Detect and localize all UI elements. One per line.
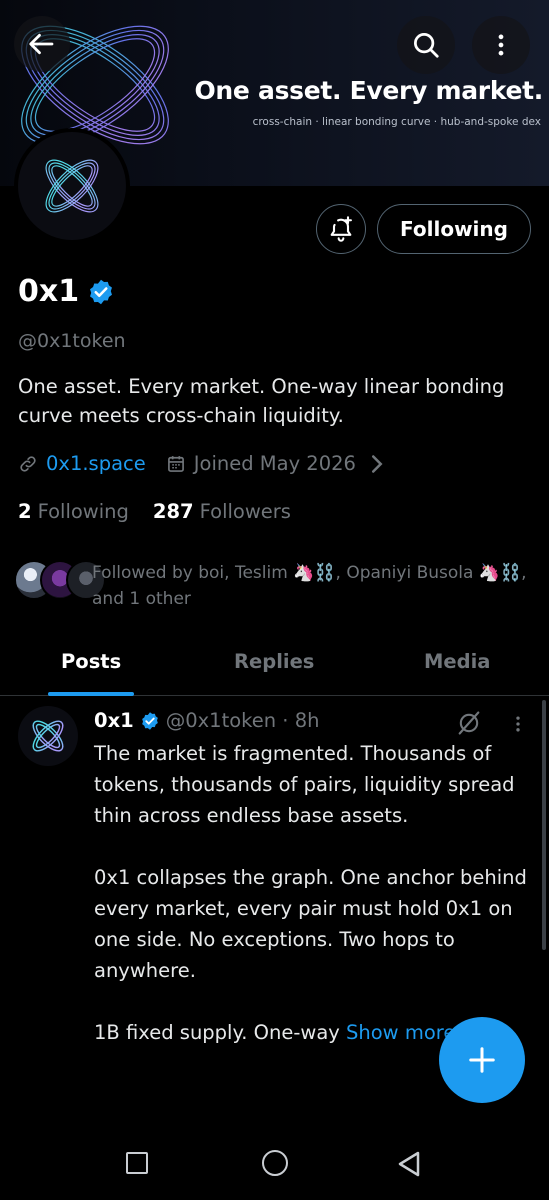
profile-tabs: Posts Replies Media — [0, 636, 549, 696]
logo-orbit-icon — [32, 720, 64, 752]
post-header: 0x1 @0x1token · 8h — [94, 709, 319, 732]
more-options-button[interactable] — [472, 16, 530, 74]
verified-badge-icon — [141, 711, 158, 730]
home-button[interactable] — [262, 1150, 288, 1176]
followers-count: 287 — [152, 500, 194, 523]
plus-icon — [469, 1047, 495, 1073]
profile-bio: One asset. Every market. One-way linear … — [18, 375, 505, 427]
followed-by-text[interactable]: Followed by boi, Teslim 🦄⛓️, Opaniyi Bus… — [92, 560, 532, 612]
post-handle-time[interactable]: @0x1token · 8h — [166, 709, 320, 732]
profile-meta: 0x1.space Joined May 2026 — [18, 452, 384, 475]
more-vertical-icon[interactable] — [508, 712, 528, 736]
grok-icon[interactable] — [455, 709, 483, 737]
profile-avatar[interactable] — [14, 128, 130, 244]
arrow-left-icon — [29, 33, 54, 55]
active-tab-indicator — [48, 692, 134, 696]
banner-subtitle: cross-chain · linear bonding curve · hub… — [252, 116, 541, 128]
calendar-icon — [167, 455, 184, 472]
profile-name: 0x1 — [18, 274, 80, 309]
post-paragraph: 1B fixed supply. One-way — [94, 1021, 347, 1044]
post-paragraph: The market is fragmented. Thousands of t… — [94, 742, 515, 827]
tab-media[interactable]: Media — [424, 650, 490, 673]
verified-badge-icon[interactable] — [87, 278, 115, 306]
back-button[interactable] — [14, 16, 70, 72]
triangle-back-icon[interactable] — [396, 1150, 422, 1178]
post-author-name[interactable]: 0x1 — [94, 709, 134, 732]
following-label: Following — [37, 500, 129, 523]
compose-post-button[interactable] — [439, 1017, 525, 1103]
recent-apps-button[interactable] — [126, 1152, 148, 1174]
notifications-button[interactable] — [316, 204, 366, 254]
link-icon — [20, 455, 36, 472]
chevron-right-icon[interactable] — [370, 454, 384, 474]
followers-label: Followers — [199, 500, 291, 523]
banner-title: One asset. Every market. — [194, 76, 543, 105]
search-button[interactable] — [397, 16, 455, 74]
following-button[interactable]: Following — [377, 204, 531, 254]
profile-handle: @0x1token — [18, 330, 126, 352]
post-avatar[interactable] — [18, 706, 78, 766]
logo-orbit-icon — [45, 159, 99, 213]
following-stat[interactable]: 2 Following — [18, 500, 129, 523]
more-vertical-icon — [498, 34, 504, 56]
scrollbar[interactable] — [542, 700, 546, 950]
search-icon — [414, 33, 439, 58]
show-more-link[interactable]: Show more — [346, 1021, 455, 1044]
followers-stat[interactable]: 287 Followers — [153, 500, 291, 523]
post-text[interactable]: The market is fragmented. Thousands of t… — [94, 738, 534, 1048]
bell-plus-icon — [330, 216, 352, 242]
profile-name-row: 0x1 — [18, 274, 115, 309]
following-count: 2 — [18, 500, 32, 523]
website-link[interactable]: 0x1.space — [46, 452, 146, 475]
tab-replies[interactable]: Replies — [234, 650, 314, 673]
tab-posts[interactable]: Posts — [61, 650, 121, 673]
post-paragraph: 0x1 collapses the graph. One anchor behi… — [94, 866, 527, 982]
follow-stats: 2 Following 287 Followers — [18, 500, 291, 523]
joined-date: Joined May 2026 — [193, 452, 356, 475]
system-navigation-bar — [0, 1120, 549, 1200]
